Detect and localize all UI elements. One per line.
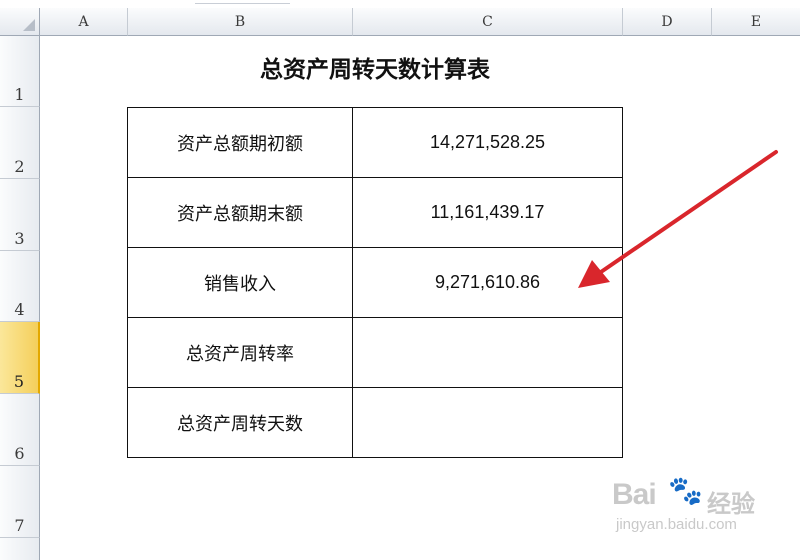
column-header-b[interactable]: B	[128, 8, 353, 36]
watermark-url: jingyan.baidu.com	[616, 516, 737, 533]
table-row: 总资产周转率	[127, 317, 623, 388]
cell-b2[interactable]: 资产总额期初额	[127, 107, 353, 178]
row-header-5[interactable]: 5	[0, 322, 40, 394]
cell-c6[interactable]	[352, 387, 623, 458]
cell-c2[interactable]: 14,271,528.25	[352, 107, 623, 178]
arrow-shaft	[596, 150, 778, 276]
table-row: 资产总额期初额 14,271,528.25	[127, 107, 623, 178]
ribbon-edge	[195, 0, 290, 4]
cell-b5[interactable]: 总资产周转率	[127, 317, 353, 388]
row-header-2[interactable]: 2	[0, 107, 40, 179]
paw-icon: 🐾	[668, 474, 703, 507]
cell-c3[interactable]: 11,161,439.17	[352, 177, 623, 248]
top-strip	[0, 0, 800, 8]
row-header-4[interactable]: 4	[0, 251, 40, 322]
row-header-1[interactable]: 1	[0, 36, 40, 107]
row-header-3[interactable]: 3	[0, 179, 40, 251]
cell-b6[interactable]: 总资产周转天数	[127, 387, 353, 458]
cell-c4[interactable]: 9,271,610.86	[352, 247, 623, 318]
table-row: 总资产周转天数	[127, 387, 623, 458]
sheet-title[interactable]: 总资产周转天数计算表	[128, 50, 622, 84]
column-header-d[interactable]: D	[623, 8, 712, 36]
watermark-brand2: 经验	[707, 490, 755, 518]
row-header-8-partial[interactable]	[0, 538, 40, 560]
table-row: 资产总额期末额 11,161,439.17	[127, 177, 623, 248]
row-header-7[interactable]: 7	[0, 466, 40, 538]
select-all-triangle-icon	[23, 19, 35, 31]
cell-b3[interactable]: 资产总额期末额	[127, 177, 353, 248]
column-header-a[interactable]: A	[40, 8, 128, 36]
column-header-c[interactable]: C	[353, 8, 623, 36]
baidu-watermark: Bai 🐾 经验 jingyan.baidu.com	[612, 472, 792, 552]
cell-c5[interactable]	[352, 317, 623, 388]
cell-b4[interactable]: 销售收入	[127, 247, 353, 318]
row-header-6[interactable]: 6	[0, 394, 40, 466]
data-table: 资产总额期初额 14,271,528.25 资产总额期末额 11,161,439…	[127, 107, 623, 458]
table-row: 销售收入 9,271,610.86	[127, 247, 623, 318]
watermark-brand: Bai	[612, 478, 657, 511]
select-all-corner[interactable]	[0, 8, 40, 36]
column-header-e[interactable]: E	[712, 8, 800, 36]
